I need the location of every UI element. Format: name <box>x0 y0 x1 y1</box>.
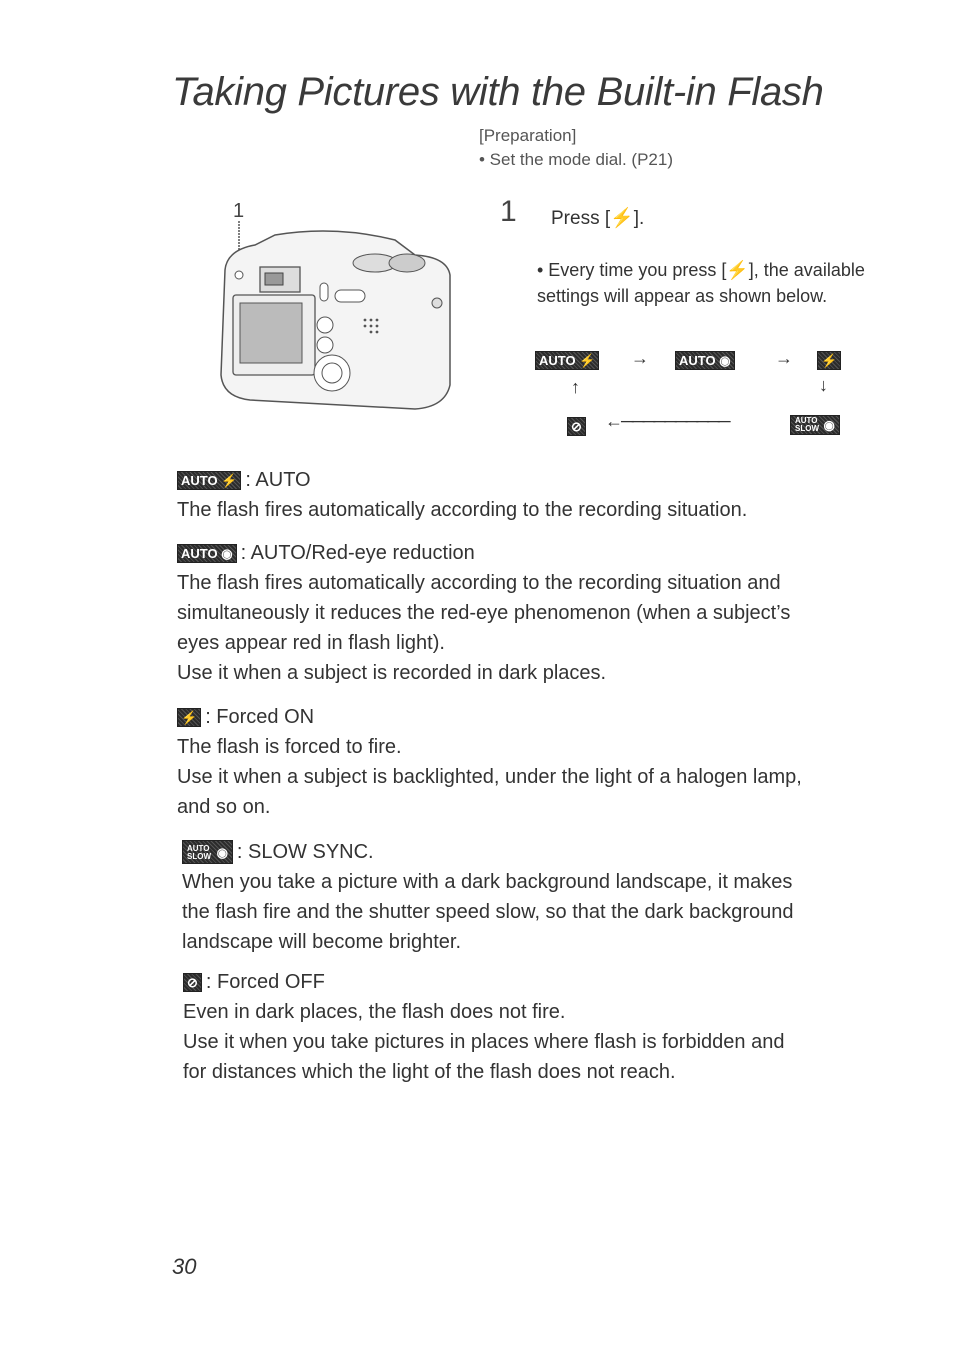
page-number: 30 <box>172 1254 197 1279</box>
forced-on-flash-icon: ⚡ <box>177 707 202 727</box>
section-heading: : AUTO/Red-eye reduction <box>240 542 475 564</box>
section-line: The flash fires automatically according … <box>177 572 781 594</box>
section-line: the flash fire and the shutter speed slo… <box>182 901 794 923</box>
page-title: Taking Pictures with the Built-in Flash <box>172 70 824 114</box>
viewfinder-window <box>264 272 284 286</box>
arrow-right-2: → <box>775 348 793 368</box>
section-line: The flash is forced to fire. <box>177 736 402 758</box>
section-forced-on: ⚡: Forced ON The flash is forced to fire… <box>177 702 907 822</box>
section-line: landscape will become brighter. <box>182 931 462 953</box>
step-note: • Every time you press [⚡], the availabl… <box>537 260 865 306</box>
step-number: 1 <box>500 195 517 228</box>
step-instruction: Press [⚡]. <box>551 208 645 229</box>
section-line: Use it when you take pictures in places … <box>183 1031 785 1053</box>
mode-badge-slow-sync: AUTO SLOW ◉ <box>790 415 840 436</box>
section-line: When you take a picture with a dark back… <box>182 871 793 893</box>
section-line: and so on. <box>177 796 271 818</box>
section-auto-redeye: AUTO ◉: AUTO/Red-eye reduction The flash… <box>177 538 907 688</box>
section-line: Use it when a subject is recorded in dar… <box>177 662 607 684</box>
section-heading: : SLOW SYNC. <box>236 841 374 863</box>
arrow-left-long: ←────────── <box>605 411 731 431</box>
slow-sync-badge-label: AUTO SLOW <box>795 417 819 433</box>
section-line: The flash fires automatically according … <box>177 499 748 521</box>
arrow-down: ↓ <box>819 375 828 395</box>
section-heading: : Forced OFF <box>205 971 325 993</box>
slow-sync-slow-text: SLOW <box>187 851 211 861</box>
section-heading: : Forced ON <box>205 706 315 728</box>
section-line: for distances which the light of the fla… <box>183 1061 676 1083</box>
flash-off-icon: ⊘ <box>183 972 202 992</box>
preparation-item: • Set the mode dial. (P21) <box>479 150 673 169</box>
arrow-up: ↑ <box>571 377 580 397</box>
slow-sync-icon: AUTO SLOW ◉ <box>182 840 233 864</box>
section-auto: AUTO ⚡: AUTO The flash fires automatical… <box>177 465 907 525</box>
mode-badge-forced-off: ⊘ <box>567 417 586 436</box>
section-line: Even in dark places, the flash does not … <box>183 1001 566 1023</box>
strap-eyelet <box>431 297 443 309</box>
mode-badge-auto-redeye: AUTO ◉ <box>675 351 735 370</box>
camera-illustration: 1 <box>220 200 451 410</box>
cursor-pad-center <box>321 362 343 384</box>
switch <box>334 289 366 303</box>
preparation-block: [Preparation] • Set the mode dial. (P21) <box>479 124 673 172</box>
section-line: eyes appear red in flash light). <box>177 632 445 654</box>
flash-button <box>234 270 244 280</box>
slow-sync-slow-text: SLOW <box>795 424 819 433</box>
eye-icon: ◉ <box>216 845 228 861</box>
button-lower <box>316 336 334 354</box>
preparation-label: [Preparation] <box>479 126 577 145</box>
section-line: simultaneously it reduces the red-eye ph… <box>177 602 791 624</box>
callout-number: 1 <box>233 200 244 222</box>
indicator <box>319 282 329 302</box>
zoom-lever <box>388 253 426 273</box>
mode-badge-forced-on: ⚡ <box>817 351 842 370</box>
auto-redeye-icon: AUTO ◉ <box>177 543 237 563</box>
section-slow-sync: AUTO SLOW ◉ : SLOW SYNC. When you take a … <box>182 837 912 957</box>
flash-mode-cycle-diagram: AUTO ⚡ → AUTO ◉ → ⚡ ↓ AUTO SLOW ◉ ←─────… <box>535 345 875 445</box>
auto-flash-icon: AUTO ⚡ <box>177 470 242 490</box>
section-line: Use it when a subject is backlighted, un… <box>177 766 802 788</box>
button-upper <box>316 316 334 334</box>
mode-badge-auto: AUTO ⚡ <box>535 351 600 370</box>
eye-icon: ◉ <box>823 417 835 433</box>
lcd-screen <box>239 302 303 364</box>
section-forced-off: ⊘: Forced OFF Even in dark places, the f… <box>183 967 913 1087</box>
arrow-right-1: → <box>631 348 649 368</box>
section-heading: : AUTO <box>245 469 311 491</box>
